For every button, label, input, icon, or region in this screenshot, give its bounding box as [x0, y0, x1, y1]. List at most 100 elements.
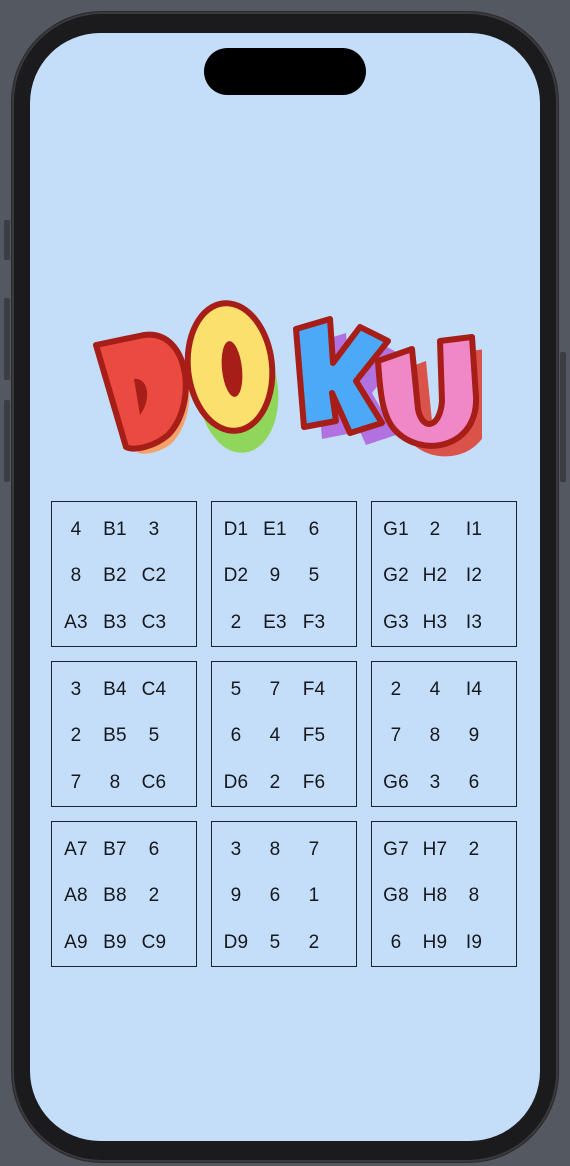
sudoku-cell[interactable]: A3: [56, 610, 96, 636]
sudoku-box: 4 B1 3 8 B2 C2 A3 B3 C3: [51, 501, 197, 647]
sudoku-cell[interactable]: G3: [376, 610, 416, 636]
sudoku-cell[interactable]: B8: [95, 883, 135, 909]
sudoku-cell[interactable]: 6: [294, 517, 334, 543]
volume-up-button: [4, 298, 10, 380]
sudoku-box: G1 2 I1 G2 H2 I2 G3 H3 I3: [371, 501, 517, 647]
sudoku-cell[interactable]: 8: [95, 770, 135, 796]
sudoku-cell[interactable]: I2: [454, 563, 494, 589]
sudoku-cell[interactable]: D9: [216, 930, 256, 956]
sudoku-cell[interactable]: B7: [95, 837, 135, 863]
sudoku-cell[interactable]: A8: [56, 883, 96, 909]
sudoku-box: 5 7 F4 6 4 F5 D6 2 F6: [211, 661, 357, 807]
sudoku-cell[interactable]: 4: [255, 723, 295, 749]
dynamic-island: [204, 48, 366, 95]
sudoku-cell[interactable]: 8: [255, 837, 295, 863]
sudoku-cell[interactable]: 6: [454, 770, 494, 796]
sudoku-cell[interactable]: 2: [216, 610, 256, 636]
sudoku-cell[interactable]: 3: [134, 517, 174, 543]
sudoku-board: 4 B1 3 8 B2 C2 A3 B3 C3 D1 E1 6 D2 9 5 2 E3 F3 G1 2 I1 G2 H2 I2…: [51, 501, 520, 971]
sudoku-cell[interactable]: B2: [95, 563, 135, 589]
sudoku-cell[interactable]: 6: [376, 930, 416, 956]
sudoku-box: G7 H7 2 G8 H8 8 6 H9 I9: [371, 821, 517, 967]
sudoku-cell[interactable]: F4: [294, 677, 334, 703]
sudoku-cell[interactable]: B3: [95, 610, 135, 636]
sudoku-cell[interactable]: G8: [376, 883, 416, 909]
sudoku-cell[interactable]: 2: [134, 883, 174, 909]
sudoku-cell[interactable]: F5: [294, 723, 334, 749]
sudoku-cell[interactable]: 5: [255, 930, 295, 956]
sudoku-cell[interactable]: G6: [376, 770, 416, 796]
sudoku-cell[interactable]: 2: [56, 723, 96, 749]
sudoku-cell[interactable]: 7: [56, 770, 96, 796]
sudoku-cell[interactable]: F6: [294, 770, 334, 796]
sudoku-cell[interactable]: 5: [294, 563, 334, 589]
sudoku-cell[interactable]: E1: [255, 517, 295, 543]
sudoku-cell[interactable]: 4: [415, 677, 455, 703]
sudoku-cell[interactable]: 5: [216, 677, 256, 703]
sudoku-cell[interactable]: A9: [56, 930, 96, 956]
sudoku-cell[interactable]: 6: [255, 883, 295, 909]
sudoku-cell[interactable]: 9: [454, 723, 494, 749]
sudoku-cell[interactable]: 7: [376, 723, 416, 749]
sudoku-box: 3 8 7 9 6 1 D9 5 2: [211, 821, 357, 967]
sudoku-cell[interactable]: 1: [294, 883, 334, 909]
sudoku-cell[interactable]: I1: [454, 517, 494, 543]
logo-letter-o: [184, 300, 276, 434]
sudoku-cell[interactable]: 7: [255, 677, 295, 703]
sudoku-cell[interactable]: C2: [134, 563, 174, 589]
sudoku-cell[interactable]: H3: [415, 610, 455, 636]
sudoku-cell[interactable]: 8: [56, 563, 96, 589]
sudoku-cell[interactable]: I3: [454, 610, 494, 636]
sudoku-cell[interactable]: 3: [415, 770, 455, 796]
sudoku-cell[interactable]: B1: [95, 517, 135, 543]
sudoku-box: 2 4 I4 7 8 9 G6 3 6: [371, 661, 517, 807]
sudoku-cell[interactable]: I4: [454, 677, 494, 703]
sudoku-cell[interactable]: B5: [95, 723, 135, 749]
sudoku-cell[interactable]: 2: [376, 677, 416, 703]
sudoku-cell[interactable]: F3: [294, 610, 334, 636]
sudoku-box: A7 B7 6 A8 B8 2 A9 B9 C9: [51, 821, 197, 967]
sudoku-cell[interactable]: E3: [255, 610, 295, 636]
sudoku-cell[interactable]: 2: [255, 770, 295, 796]
sudoku-cell[interactable]: G2: [376, 563, 416, 589]
sudoku-cell[interactable]: 6: [134, 837, 174, 863]
sudoku-cell[interactable]: H7: [415, 837, 455, 863]
sudoku-cell[interactable]: B4: [95, 677, 135, 703]
sudoku-cell[interactable]: G1: [376, 517, 416, 543]
sudoku-cell[interactable]: D2: [216, 563, 256, 589]
sudoku-cell[interactable]: C9: [134, 930, 174, 956]
sudoku-cell[interactable]: H8: [415, 883, 455, 909]
sudoku-cell[interactable]: 2: [454, 837, 494, 863]
sudoku-cell[interactable]: 8: [415, 723, 455, 749]
sudoku-cell[interactable]: D6: [216, 770, 256, 796]
sudoku-cell[interactable]: 7: [294, 837, 334, 863]
sudoku-cell[interactable]: C3: [134, 610, 174, 636]
sudoku-cell[interactable]: 2: [415, 517, 455, 543]
sudoku-cell[interactable]: A7: [56, 837, 96, 863]
power-button: [560, 352, 566, 482]
sudoku-cell[interactable]: 9: [216, 883, 256, 909]
sudoku-cell[interactable]: 6: [216, 723, 256, 749]
sudoku-cell[interactable]: 3: [216, 837, 256, 863]
sudoku-cell[interactable]: H9: [415, 930, 455, 956]
sudoku-cell[interactable]: B9: [95, 930, 135, 956]
sudoku-cell[interactable]: I9: [454, 930, 494, 956]
sudoku-cell[interactable]: 4: [56, 517, 96, 543]
sudoku-cell[interactable]: 3: [56, 677, 96, 703]
sudoku-cell[interactable]: D1: [216, 517, 256, 543]
doku-logo: [93, 300, 482, 457]
logo-letter-d: [93, 331, 189, 452]
sudoku-cell[interactable]: 9: [255, 563, 295, 589]
sudoku-cell[interactable]: H2: [415, 563, 455, 589]
sudoku-box: D1 E1 6 D2 9 5 2 E3 F3: [211, 501, 357, 647]
volume-down-button: [4, 400, 10, 482]
sudoku-cell[interactable]: 8: [454, 883, 494, 909]
app-screen: 4 B1 3 8 B2 C2 A3 B3 C3 D1 E1 6 D2 9 5 2 E3 F3 G1 2 I1 G2 H2 I2…: [30, 33, 540, 1141]
sudoku-cell[interactable]: C4: [134, 677, 174, 703]
sudoku-cell[interactable]: 2: [294, 930, 334, 956]
sudoku-cell[interactable]: G7: [376, 837, 416, 863]
sudoku-cell[interactable]: C6: [134, 770, 174, 796]
action-button: [4, 220, 10, 260]
sudoku-cell[interactable]: 5: [134, 723, 174, 749]
sudoku-box: 3 B4 C4 2 B5 5 7 8 C6: [51, 661, 197, 807]
